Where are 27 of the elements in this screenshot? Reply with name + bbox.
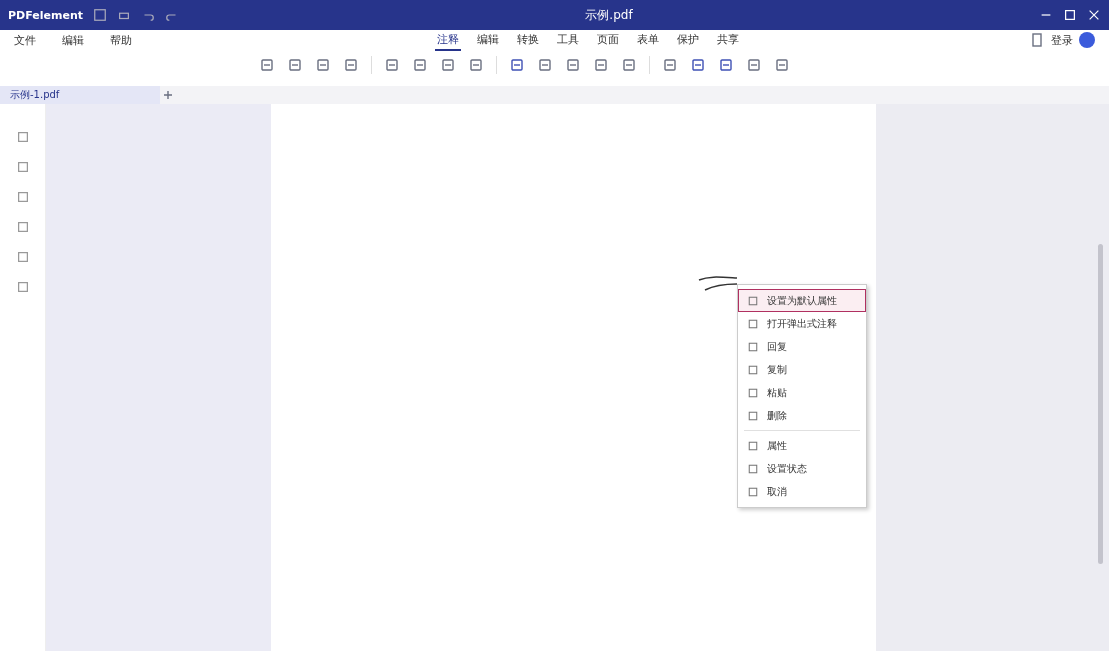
avatar-icon[interactable] (1079, 32, 1095, 48)
ribbon-tab[interactable]: 保护 (675, 29, 701, 51)
ribbon-tab[interactable]: 工具 (555, 29, 581, 51)
ribbon-tab[interactable]: 页面 (595, 29, 621, 51)
login-link[interactable]: 登录 (1051, 32, 1073, 48)
maximize-icon[interactable] (1063, 8, 1077, 22)
close-icon[interactable] (1087, 8, 1101, 22)
menu-item[interactable]: 编辑 (62, 32, 84, 48)
menu-item[interactable]: 设置状态 (738, 457, 866, 480)
menu-item[interactable]: 文件 (14, 32, 36, 48)
ribbon-tab[interactable]: 转换 (515, 29, 541, 51)
ribbon-tab[interactable]: 表单 (635, 29, 661, 51)
menu-item[interactable]: 回复 (738, 335, 866, 358)
window-title: 示例.pdf (585, 6, 633, 24)
ribbon-tab[interactable]: 共享 (715, 29, 741, 51)
document-tab[interactable]: 示例-1.pdf (0, 86, 160, 104)
menu-item[interactable]: 粘贴 (738, 381, 866, 404)
menu-item[interactable]: 帮助 (110, 32, 132, 48)
menu-item[interactable]: 删除 (738, 404, 866, 427)
menu-item[interactable]: 复制 (738, 358, 866, 381)
ribbon-tab[interactable]: 编辑 (475, 29, 501, 51)
menu-item[interactable]: 取消 (738, 480, 866, 503)
menu-item[interactable]: 打开弹出式注释 (738, 312, 866, 335)
ribbon-tab[interactable]: 注释 (435, 29, 461, 51)
menu-item[interactable]: 属性 (738, 434, 866, 457)
menu-item[interactable]: 设置为默认属性 (738, 289, 866, 312)
app-name: PDFelement (8, 8, 83, 22)
